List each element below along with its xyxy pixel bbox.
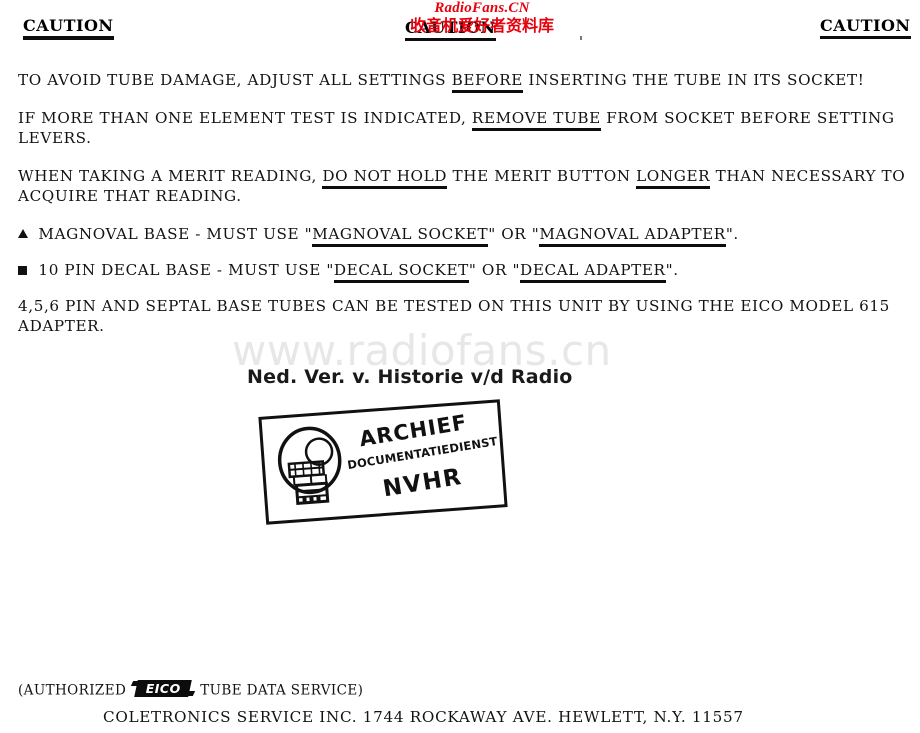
- paragraph-septal-base: 4,5,6 PIN AND SEPTAL BASE TUBES CAN BE T…: [18, 297, 890, 335]
- p2-before: IF MORE THAN ONE ELEMENT TEST IS INDICAT…: [18, 109, 472, 127]
- eico-logo-icon: EICO: [131, 680, 196, 697]
- company-address: COLETRONICS SERVICE INC. 1744 ROCKAWAY A…: [103, 708, 744, 726]
- p1-emphasis-before: BEFORE: [451, 71, 523, 93]
- scan-speck: [580, 36, 582, 40]
- paragraph-magnoval-base: MAGNOVAL BASE - MUST USE "MAGNOVAL SOCKE…: [18, 224, 913, 247]
- document-body: TO AVOID TUBE DAMAGE, ADJUST ALL SETTING…: [18, 70, 913, 354]
- p3-emphasis-longer: LONGER: [636, 167, 711, 189]
- p3-middle: THE MERIT BUTTON: [447, 167, 637, 185]
- square-bullet-icon: [18, 266, 27, 275]
- caution-heading-left-label: CAUTION: [23, 16, 114, 35]
- authorized-service-line: (AUTHORIZED EICO TUBE DATA SERVICE): [18, 680, 908, 702]
- caution-underline-right: [820, 36, 911, 39]
- p4-before: MAGNOVAL BASE - MUST USE ": [33, 225, 313, 243]
- page-footer: (AUTHORIZED EICO TUBE DATA SERVICE) COLETR…: [18, 680, 908, 726]
- paragraph-decal-base: 10 PIN DECAL BASE - MUST USE "DECAL SOCK…: [18, 260, 913, 283]
- nvhr-caption: Ned. Ver. v. Historie v/d Radio: [247, 366, 573, 388]
- caution-heading-right-label: CAUTION: [820, 16, 911, 35]
- p5-middle: " OR ": [468, 261, 521, 279]
- caution-heading-center: CAUTION: [405, 18, 496, 41]
- paragraph-remove-tube: IF MORE THAN ONE ELEMENT TEST IS INDICAT…: [18, 108, 913, 148]
- p3-emphasis-do-not-hold: DO NOT HOLD: [322, 167, 448, 189]
- nvhr-archive-stamp: ARCHIEF DOCUMENTATIEDIENST NVHR: [258, 399, 508, 525]
- p4-emphasis-magnoval-socket: MAGNOVAL SOCKET: [312, 225, 489, 247]
- paragraph-merit-reading: WHEN TAKING A MERIT READING, DO NOT HOLD…: [18, 166, 913, 206]
- p2-emphasis-remove-tube: REMOVE TUBE: [471, 109, 601, 131]
- vacuum-tube-icon: [270, 420, 350, 513]
- page-header: CAUTION CAUTION CAUTION: [0, 14, 920, 46]
- authorized-open-text: (AUTHORIZED: [18, 682, 127, 699]
- p5-before: 10 PIN DECAL BASE - MUST USE ": [33, 261, 334, 279]
- caution-heading-center-label: CAUTION: [405, 18, 496, 37]
- p4-after: ".: [725, 225, 739, 243]
- p3-before: WHEN TAKING A MERIT READING,: [18, 167, 323, 185]
- eico-logo-text: EICO: [145, 681, 181, 696]
- p5-emphasis-decal-adapter: DECAL ADAPTER: [520, 261, 666, 283]
- p5-after: ".: [665, 261, 679, 279]
- p1-before: TO AVOID TUBE DAMAGE, ADJUST ALL SETTING…: [18, 71, 452, 89]
- caution-heading-left: CAUTION: [23, 16, 114, 40]
- caution-heading-right: CAUTION: [820, 16, 911, 39]
- p5-emphasis-decal-socket: DECAL SOCKET: [333, 261, 469, 283]
- p4-middle: " OR ": [488, 225, 540, 243]
- triangle-bullet-icon: [18, 229, 28, 238]
- caution-underline-left: [23, 36, 114, 40]
- stamp-text-block: ARCHIEF DOCUMENTATIEDIENST NVHR: [346, 407, 500, 512]
- document-page: CAUTION CAUTION CAUTION RadioFans.CN 收音机…: [0, 0, 920, 733]
- stamp-line-nvhr: NVHR: [381, 463, 465, 503]
- paragraph-avoid-tube-damage: TO AVOID TUBE DAMAGE, ADJUST ALL SETTING…: [18, 70, 913, 93]
- p1-after: INSERTING THE TUBE IN ITS SOCKET!: [522, 71, 865, 89]
- caution-underline-center: [405, 38, 496, 41]
- authorized-close-text: TUBE DATA SERVICE): [200, 682, 364, 699]
- p4-emphasis-magnoval-adapter: MAGNOVAL ADAPTER: [539, 225, 726, 247]
